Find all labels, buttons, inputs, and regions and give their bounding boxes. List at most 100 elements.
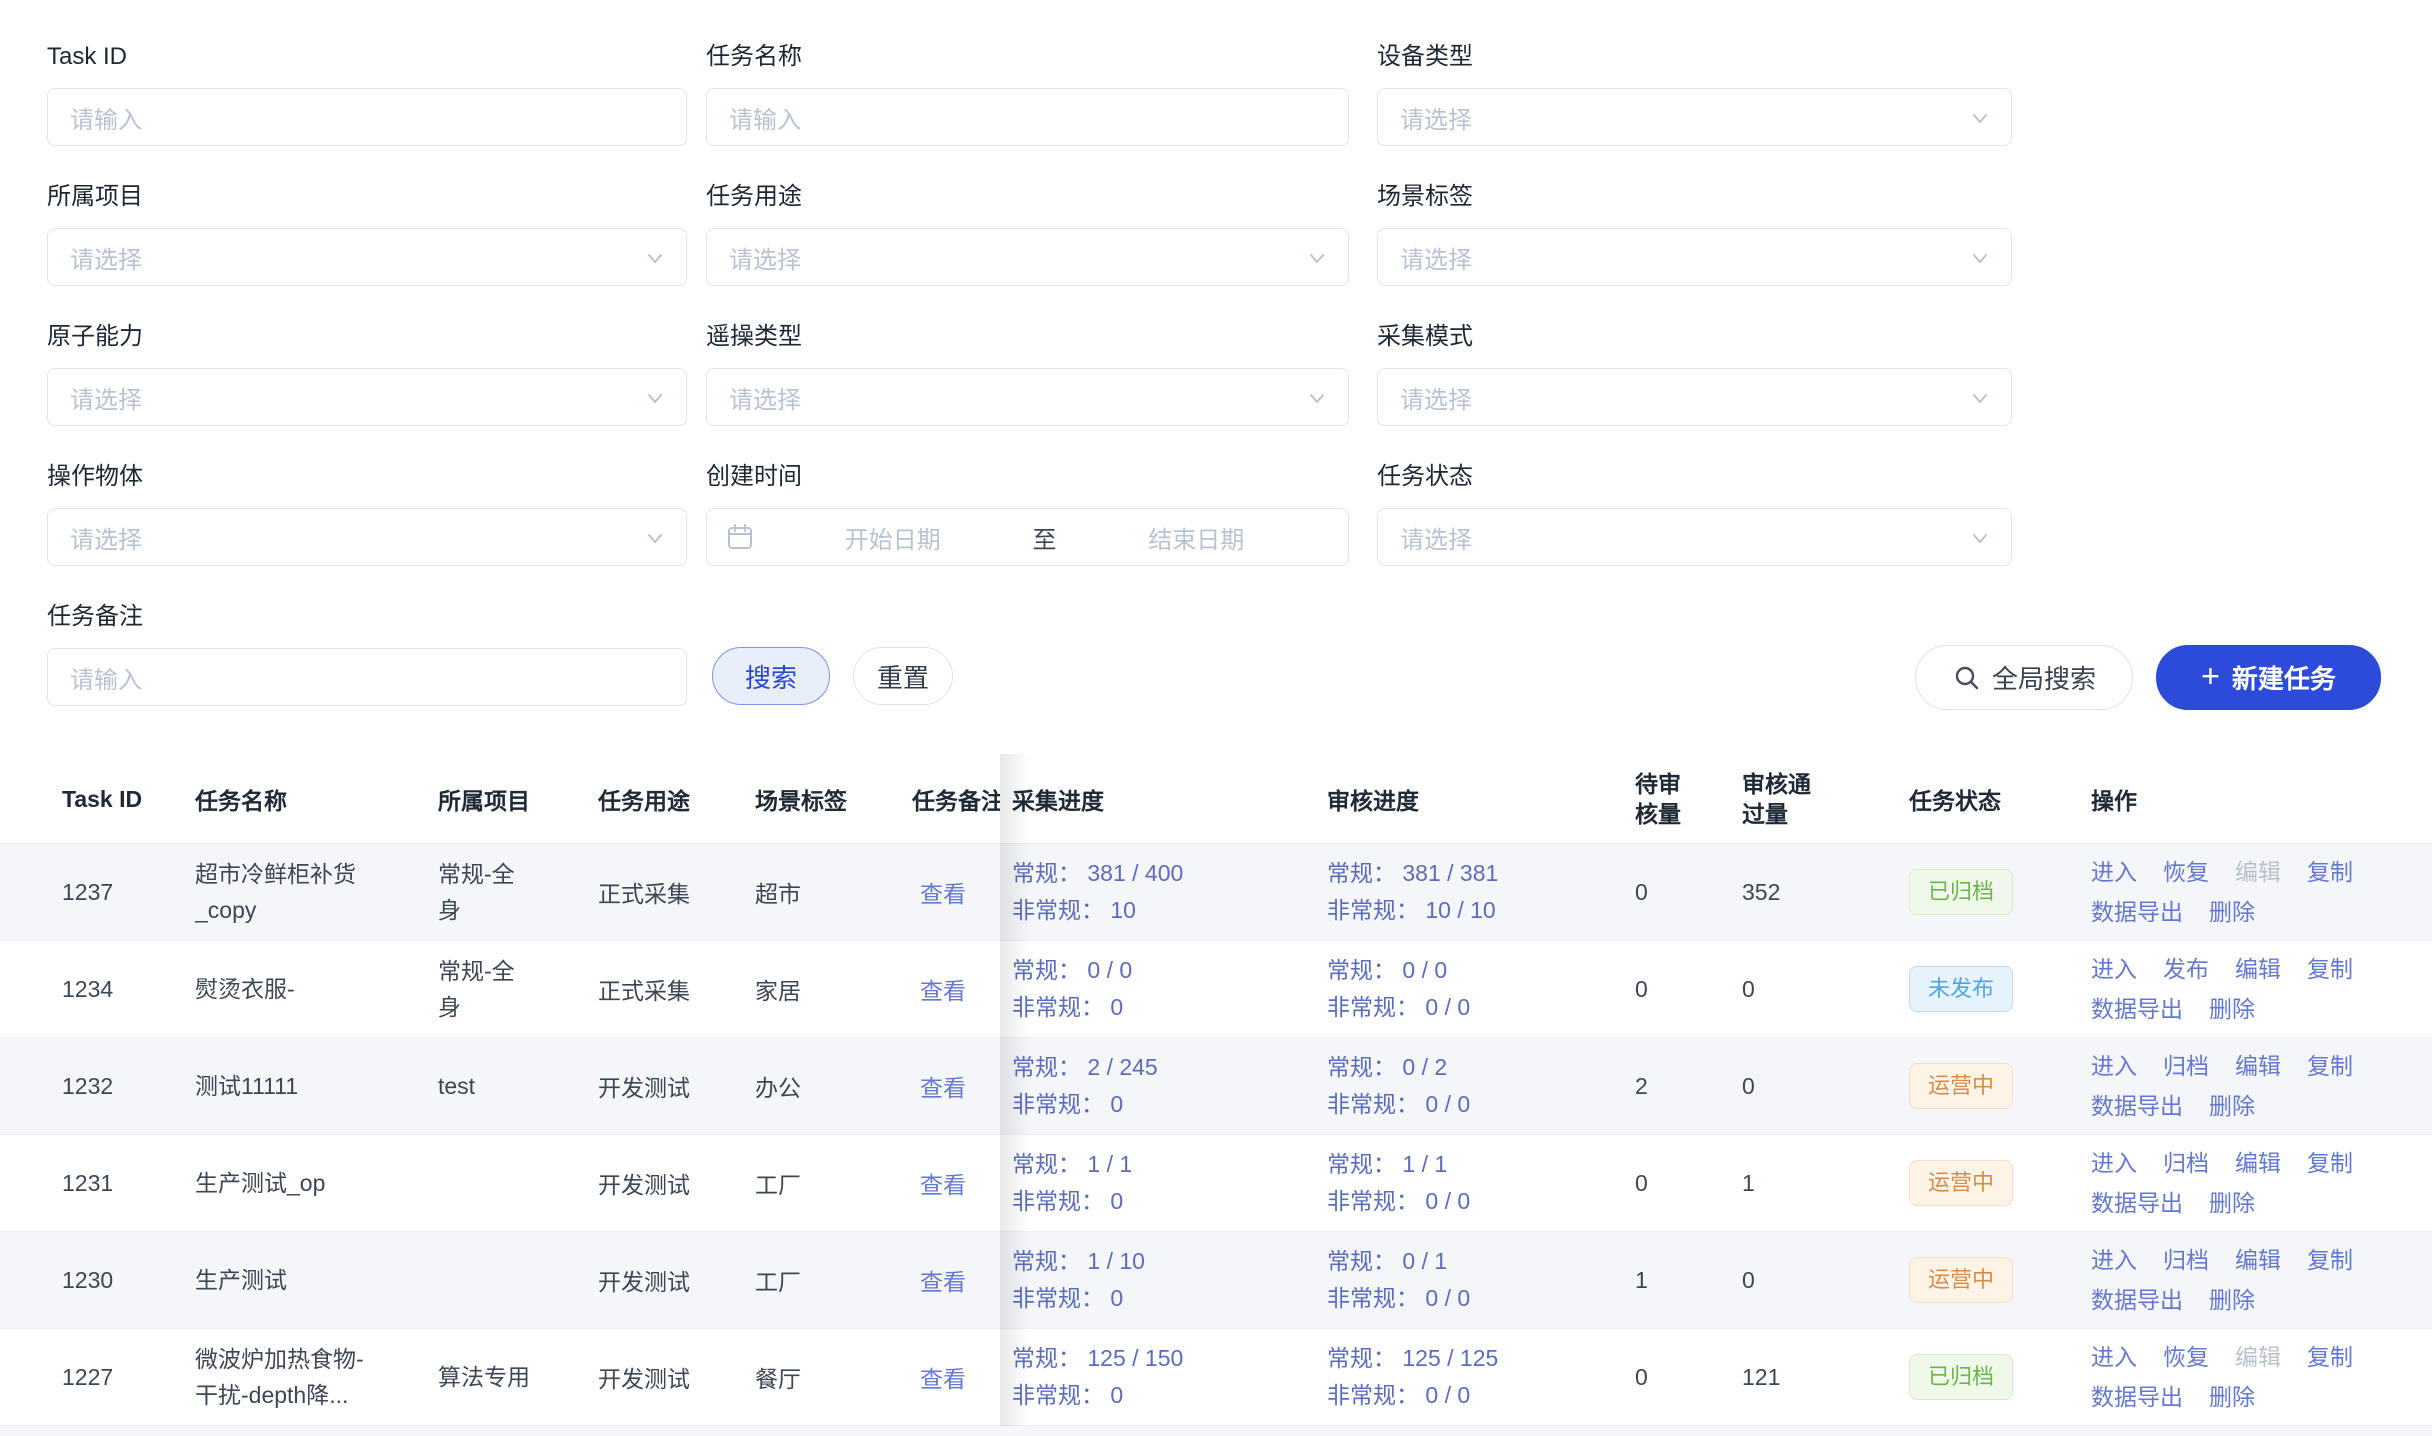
select-input[interactable]: 请选择	[706, 368, 1349, 426]
global-search-button[interactable]: 全局搜索	[1915, 645, 2133, 710]
action-link[interactable]: 复制	[2307, 1242, 2353, 1278]
view-remark-link[interactable]: 查看	[920, 1069, 966, 1103]
text-input[interactable]: 请输入	[47, 648, 687, 706]
project-value: test	[438, 1068, 475, 1104]
action-link[interactable]: 复制	[2307, 951, 2353, 987]
remark-cell: 查看	[912, 1135, 1000, 1231]
select-input[interactable]: 请选择	[47, 508, 687, 566]
action-link[interactable]: 进入	[2091, 1339, 2137, 1375]
action-link[interactable]: 删除	[2209, 1185, 2255, 1221]
task-name-value: 生产测试_op	[195, 1165, 325, 1201]
placeholder-text: 请选择	[1400, 100, 1472, 135]
collect-irregular-value: 非常规： 0	[1012, 1280, 1145, 1317]
action-link[interactable]: 删除	[2209, 894, 2255, 930]
task-id-value: 1230	[62, 1267, 113, 1294]
text-input[interactable]: 请输入	[706, 88, 1349, 146]
select-input[interactable]: 请选择	[47, 368, 687, 426]
select-input[interactable]: 请选择	[1377, 228, 2012, 286]
task-name-cell: 超市冷鲜柜补货_copy	[195, 844, 385, 940]
chevron-down-icon	[644, 387, 666, 414]
pending-count-value: 0	[1635, 976, 1648, 1003]
action-link[interactable]: 发布	[2163, 951, 2209, 987]
view-remark-link[interactable]: 查看	[920, 875, 966, 909]
actions-cell: 进入发布编辑复制数据导出删除	[2091, 941, 2421, 1037]
action-link[interactable]: 数据导出	[2091, 1088, 2183, 1124]
column-header-10: 任务状态	[1909, 754, 2084, 844]
daterange-input[interactable]: 开始日期至结束日期	[706, 508, 1349, 566]
reset-button[interactable]: 重置	[853, 647, 953, 705]
action-link[interactable]: 删除	[2209, 1088, 2255, 1124]
view-remark-link[interactable]: 查看	[920, 1360, 966, 1394]
action-link[interactable]: 进入	[2091, 1048, 2137, 1084]
action-link[interactable]: 编辑	[2235, 951, 2281, 987]
action-link[interactable]: 删除	[2209, 991, 2255, 1027]
select-input[interactable]: 请选择	[706, 228, 1349, 286]
filter-field-5: 场景标签请选择	[1377, 180, 2012, 286]
placeholder-text: 请选择	[70, 520, 142, 555]
action-link[interactable]: 恢复	[2163, 854, 2209, 890]
field-label: 设备类型	[1377, 40, 2012, 74]
action-link[interactable]: 数据导出	[2091, 991, 2183, 1027]
action-link[interactable]: 数据导出	[2091, 1185, 2183, 1221]
view-remark-link[interactable]: 查看	[920, 1166, 966, 1200]
purpose-value: 正式采集	[598, 972, 690, 1006]
field-label: 任务名称	[706, 40, 1349, 74]
action-link[interactable]: 复制	[2307, 854, 2353, 890]
view-remark-link[interactable]: 查看	[920, 972, 966, 1006]
new-task-button[interactable]: + 新建任务	[2156, 645, 2381, 710]
action-link[interactable]: 进入	[2091, 951, 2137, 987]
view-remark-link[interactable]: 查看	[920, 1263, 966, 1297]
text-input[interactable]: 请输入	[47, 88, 687, 146]
action-link[interactable]: 编辑	[2235, 1048, 2281, 1084]
search-button[interactable]: 搜索	[712, 647, 830, 705]
action-link[interactable]: 进入	[2091, 1145, 2137, 1181]
filter-field-2: 设备类型请选择	[1377, 40, 2012, 146]
project-cell	[438, 1135, 534, 1231]
action-link[interactable]: 删除	[2209, 1379, 2255, 1415]
action-link[interactable]: 进入	[2091, 1242, 2137, 1278]
action-link[interactable]: 恢复	[2163, 1339, 2209, 1375]
start-date-placeholder[interactable]: 开始日期	[759, 520, 1027, 555]
filter-field-4: 任务用途请选择	[706, 180, 1349, 286]
action-link[interactable]: 数据导出	[2091, 1379, 2183, 1415]
action-link[interactable]: 编辑	[2235, 1145, 2281, 1181]
action-link[interactable]: 数据导出	[2091, 894, 2183, 930]
action-link[interactable]: 复制	[2307, 1145, 2353, 1181]
chevron-down-icon	[1969, 247, 1991, 274]
action-link[interactable]: 归档	[2163, 1145, 2209, 1181]
scene-cell: 超市	[755, 844, 902, 940]
action-link[interactable]: 进入	[2091, 854, 2137, 890]
project-cell: 算法专用	[438, 1329, 534, 1425]
task-name-cell: 微波炉加热食物-干扰-depth降...	[195, 1329, 385, 1425]
placeholder-text: 请选择	[70, 240, 142, 275]
action-link[interactable]: 归档	[2163, 1242, 2209, 1278]
placeholder-text: 请选择	[729, 380, 801, 415]
collect-regular-value: 常规： 381 / 400	[1012, 855, 1183, 892]
action-link[interactable]: 编辑	[2235, 1242, 2281, 1278]
task-id-cell: 1230	[62, 1232, 195, 1328]
select-input[interactable]: 请选择	[1377, 508, 2012, 566]
filter-field-10: 创建时间 开始日期至结束日期	[706, 460, 1349, 566]
filter-field-1: 任务名称请输入	[706, 40, 1349, 146]
task-name-cell: 生产测试_op	[195, 1135, 385, 1231]
action-link[interactable]: 复制	[2307, 1048, 2353, 1084]
task-name-cell: 测试11111	[195, 1038, 385, 1134]
project-cell	[438, 1232, 534, 1328]
end-date-placeholder[interactable]: 结束日期	[1063, 520, 1331, 555]
select-input[interactable]: 请选择	[1377, 88, 2012, 146]
purpose-value: 开发测试	[598, 1360, 690, 1394]
action-link[interactable]: 删除	[2209, 1282, 2255, 1318]
pending-count-cell: 0	[1635, 941, 1735, 1037]
select-input[interactable]: 请选择	[1377, 368, 2012, 426]
status-cell: 已归档	[1909, 844, 2084, 940]
status-cell: 运营中	[1909, 1232, 2084, 1328]
action-link[interactable]: 归档	[2163, 1048, 2209, 1084]
task-id-cell: 1231	[62, 1135, 195, 1231]
collect-irregular-value: 非常规： 0	[1012, 989, 1132, 1026]
action-link[interactable]: 复制	[2307, 1339, 2353, 1375]
placeholder-text: 请选择	[1400, 520, 1472, 555]
status-badge: 运营中	[1909, 1063, 2013, 1109]
select-input[interactable]: 请选择	[47, 228, 687, 286]
action-link[interactable]: 数据导出	[2091, 1282, 2183, 1318]
field-label: 场景标签	[1377, 180, 2012, 214]
